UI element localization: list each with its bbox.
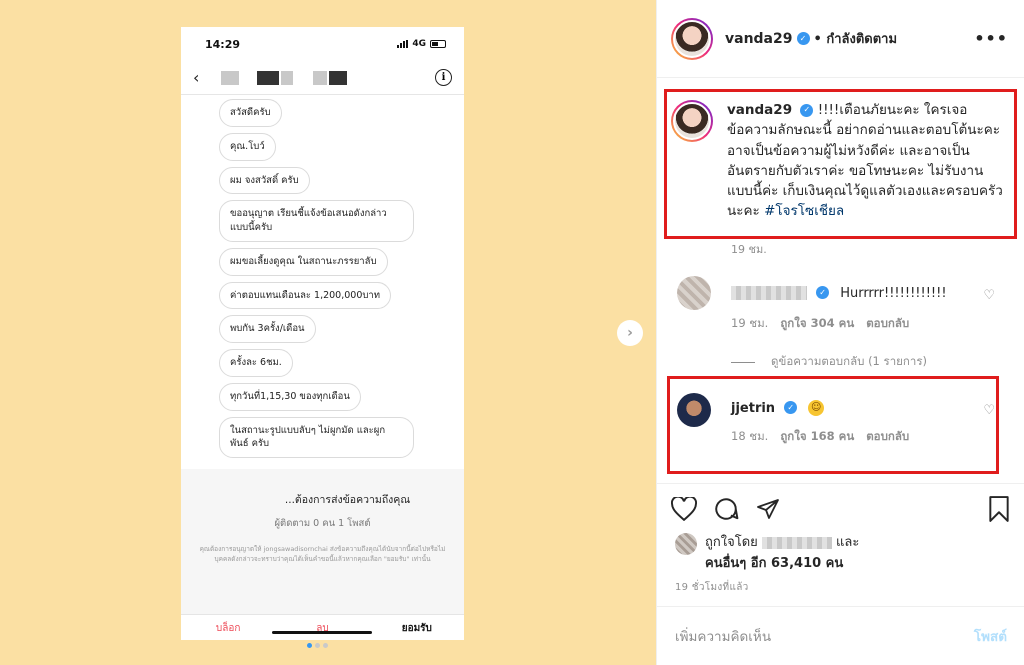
post-actions [657, 483, 1024, 533]
more-icon[interactable]: ••• [974, 29, 1008, 48]
heart-icon[interactable]: ♡ [983, 403, 995, 418]
info-icon[interactable]: i [435, 69, 452, 86]
status-bar: 14:29 4G [181, 27, 464, 61]
verified-icon: ✓ [784, 401, 798, 414]
blurred-avatar [221, 70, 239, 85]
message-request-panel: ...ต้องการส่งข้อความถึงคุณ ผู้ติดตาม 0 ค… [181, 469, 464, 614]
back-icon[interactable]: ‹ [193, 68, 211, 87]
comment-text: Hurrrrr!!!!!!!!!!!! [840, 286, 947, 301]
home-indicator [272, 631, 372, 634]
delete-button[interactable]: ลบ [275, 615, 369, 640]
request-title: ...ต้องการส่งข้อความถึงคุณ [284, 494, 411, 506]
avatar[interactable] [671, 17, 713, 60]
message-list: สวัสดีครับ คุณ.โบว์ ผม จงสวัสดิ์ ครับ ขอ… [181, 95, 464, 475]
verified-icon: ✓ [800, 103, 814, 117]
next-arrow-icon[interactable]: › [617, 320, 643, 346]
caption-username[interactable]: vanda29 [727, 102, 792, 118]
comment-time: 19 ชม. [731, 316, 769, 330]
dm-header: ‹ i [181, 61, 464, 95]
heart-icon[interactable]: ♡ [983, 288, 995, 303]
comment-username[interactable]: jjetrin [731, 401, 775, 416]
likes-summary: ถูกใจโดย และ คนอื่นๆ อีก 63,410 คน [675, 531, 859, 573]
reply-button[interactable]: ตอบกลับ [866, 428, 909, 446]
message-bubble: คุณ.โบว์ [219, 132, 276, 161]
likes-count[interactable]: คนอื่นๆ อีก 63,410 คน [705, 552, 859, 573]
caption-text: vanda29 ✓ !!!!เตือนภัยนะคะ ใครเจอข้อความ… [727, 100, 1007, 222]
status-time: 14:29 [205, 37, 241, 51]
avatar[interactable] [677, 276, 711, 310]
share-icon[interactable] [755, 497, 781, 521]
reply-button[interactable]: ตอบกลับ [866, 315, 909, 333]
signal-icon [397, 40, 409, 48]
request-description: คุณต้องการอนุญาตให้ jongsawadisornchai ส… [199, 545, 446, 563]
message-bubble: ขออนุญาต เรียนชี้แจ้งข้อเสนอดังกล่าว แบบ… [219, 200, 414, 242]
comment-meta: 19 ชม. ถูกใจ 304 คน ตอบกลับ [731, 315, 947, 333]
request-subtitle: ผู้ติดตาม 0 คน 1 โพสต์ [274, 518, 371, 529]
accept-button[interactable]: ยอมรับ [370, 615, 464, 640]
message-bubble: ผม จงสวัสดิ์ ครับ [219, 166, 310, 195]
verified-icon: ✓ [816, 286, 830, 299]
blurred-name [313, 70, 327, 85]
message-bubble: ทุกวันที่1,15,30 ของทุกเดือน [219, 382, 361, 411]
battery-icon [430, 40, 446, 48]
likes-and: และ [836, 535, 860, 550]
view-replies-button[interactable]: ดูข้อความตอบกลับ (1 รายการ) [731, 353, 927, 371]
post-time: 19 ชั่วโมงที่แล้ว [675, 582, 749, 593]
block-button[interactable]: บล็อก [181, 615, 275, 640]
bookmark-icon[interactable] [987, 495, 1011, 522]
heart-icon[interactable] [671, 496, 697, 521]
blurred-username[interactable] [731, 285, 807, 300]
message-bubble: สวัสดีครับ [219, 99, 282, 127]
phone-screenshot: 14:29 4G ‹ i สวัสดีครับ คุณ.โบว์ ผม จงสว… [181, 27, 464, 640]
avatar[interactable] [671, 100, 713, 142]
comment: jjetrin ✓ ☺ 18 ชม. ถูกใจ 168 คน ตอบกลับ … [677, 393, 1017, 446]
post-username[interactable]: vanda29 [725, 31, 793, 47]
following-label[interactable]: • กำลังติดตาม [814, 28, 898, 49]
request-actions: บล็อก ลบ ยอมรับ [181, 614, 464, 640]
comment-input[interactable]: เพิ่มความคิดเห็น [675, 625, 771, 647]
comment-likes[interactable]: ถูกใจ 168 คน [780, 428, 854, 446]
add-comment-bar: เพิ่มความคิดเห็น โพสต์ [657, 606, 1024, 665]
caption-body: !!!!เตือนภัยนะคะ ใครเจอข้อความลักษณะนี้ … [727, 102, 1003, 220]
message-bubble: ในสถานะรูปแบบลับๆ ไม่ผูกมัด และผูก พันธ์… [219, 416, 414, 459]
blurred-username[interactable] [761, 536, 832, 549]
comment-likes[interactable]: ถูกใจ 304 คน [780, 315, 854, 333]
comment-icon[interactable] [713, 496, 739, 522]
network-label: 4G [412, 39, 426, 49]
blurred-name [281, 70, 293, 85]
verified-icon: ✓ [796, 32, 810, 45]
message-bubble: ผมขอเลี้ยงดูคุณ ในสถานะภรรยาลับ [219, 247, 388, 276]
carousel-dots [307, 643, 328, 648]
comment-meta: 18 ชม. ถูกใจ 168 คน ตอบกลับ [731, 428, 909, 446]
message-bubble: พบกัน 3ครั้ง/เดือน [219, 315, 316, 344]
post-side-panel: vanda29 ✓ • กำลังติดตาม ••• vanda29 ✓ !!… [656, 0, 1024, 665]
message-bubble: ครั้งละ 6ชม. [219, 349, 293, 377]
likes-label: ถูกใจโดย [705, 535, 758, 550]
message-bubble: ค่าตอบแทนเดือนละ 1,200,000บาท [219, 281, 392, 310]
post-header: vanda29 ✓ • กำลังติดตาม ••• [657, 0, 1024, 78]
comment: ✓ Hurrrrr!!!!!!!!!!!! 19 ชม. ถูกใจ 304 ค… [677, 276, 1017, 333]
blurred-name [257, 70, 279, 85]
avatar[interactable] [677, 393, 711, 427]
left-image-area: 14:29 4G ‹ i สวัสดีครับ คุณ.โบว์ ผม จงสว… [0, 0, 656, 665]
avatar [675, 533, 697, 555]
caption-time: 19 ชม. [731, 243, 767, 256]
hashtag-link[interactable]: #โจรโซเชียล [764, 203, 844, 219]
blurred-name [329, 70, 347, 85]
caption: vanda29 ✓ !!!!เตือนภัยนะคะ ใครเจอข้อความ… [671, 100, 1011, 222]
post-comment-button[interactable]: โพสต์ [974, 625, 1007, 647]
comment-time: 18 ชม. [731, 429, 769, 443]
emoji-icon: ☺ [808, 399, 825, 416]
